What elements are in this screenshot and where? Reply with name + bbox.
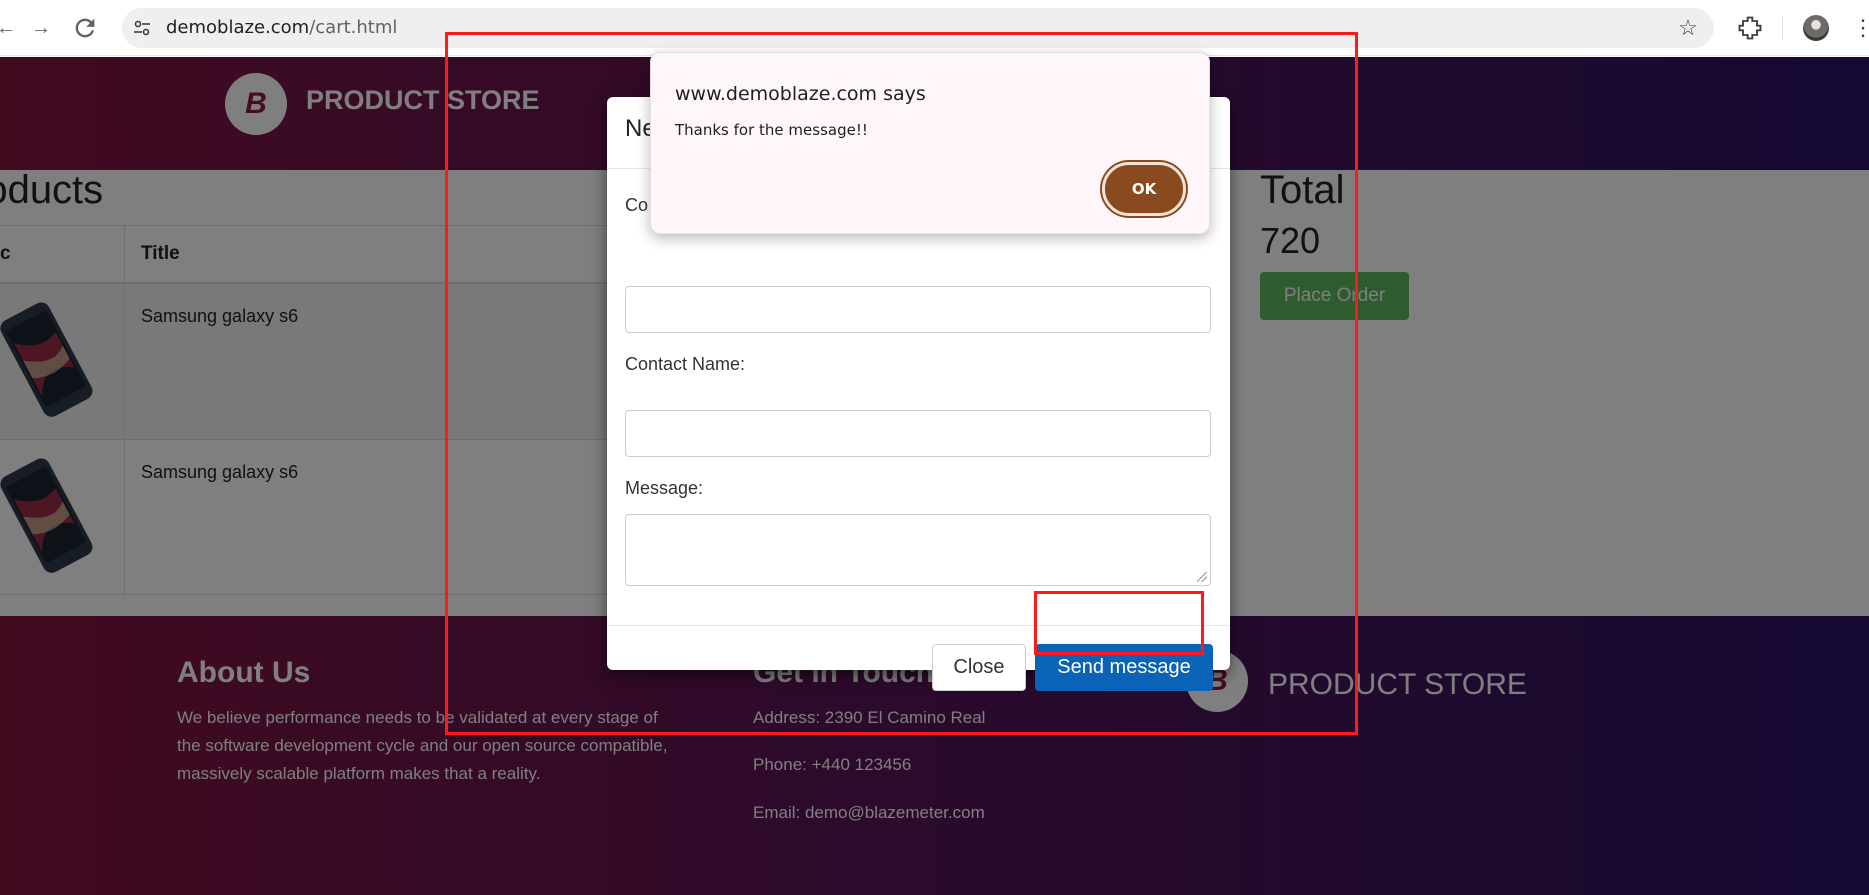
back-arrow-icon[interactable]: ← — [0, 14, 20, 42]
bookmark-star-icon[interactable]: ☆ — [1676, 16, 1700, 40]
url-text: demoblaze.com/cart.html — [166, 8, 397, 48]
url-domain: demoblaze.com — [166, 17, 310, 38]
profile-avatar[interactable] — [1803, 15, 1829, 41]
extensions-icon[interactable] — [1736, 14, 1764, 42]
site-settings-icon[interactable] — [132, 18, 152, 38]
reload-svg — [75, 18, 95, 38]
toolbar-divider — [1782, 16, 1783, 40]
annotation-box-large — [445, 32, 1358, 735]
browser-menu-icon[interactable]: ⋮ — [1852, 14, 1869, 42]
url-path: /cart.html — [309, 17, 398, 38]
forward-arrow-icon[interactable]: → — [27, 14, 55, 42]
reload-icon[interactable] — [71, 14, 99, 42]
annotation-box-send — [1034, 591, 1204, 655]
